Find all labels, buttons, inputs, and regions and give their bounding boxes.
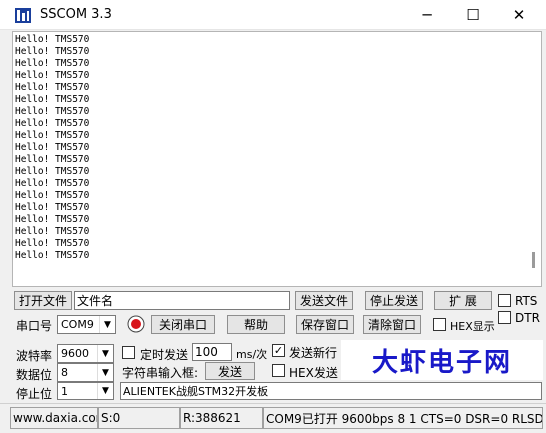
send-newline-label: 发送新行 bbox=[289, 346, 338, 360]
receive-line: Hello! TMS570 bbox=[15, 94, 90, 105]
stopbits-value: 1 bbox=[61, 384, 68, 398]
chevron-down-icon: ▼ bbox=[97, 345, 113, 362]
baud-value: 9600 bbox=[61, 347, 89, 360]
receive-line: Hello! TMS570 bbox=[15, 58, 90, 69]
port-select[interactable]: COM9 ▼ bbox=[57, 315, 116, 334]
open-file-button[interactable]: 打开文件 bbox=[14, 291, 72, 310]
rts-checkbox[interactable] bbox=[498, 294, 511, 307]
rts-label: RTS bbox=[515, 294, 538, 308]
hex-send-label: HEX发送 bbox=[289, 366, 338, 380]
receive-scrollbar[interactable] bbox=[527, 32, 541, 286]
status-port-state: COM9已打开 9600bps 8 1 CTS=0 DSR=0 RLSD=0 bbox=[263, 407, 543, 429]
string-input-label: 字符串输入框: bbox=[122, 366, 199, 380]
port-value: COM9 bbox=[61, 318, 94, 331]
receive-line: Hello! TMS570 bbox=[15, 238, 90, 249]
port-status-indicator-icon bbox=[127, 315, 145, 333]
receive-text: Hello! TMS570 Hello! TMS570 Hello! TMS570 H… bbox=[15, 34, 89, 262]
port-label: 串口号 bbox=[16, 319, 53, 333]
receive-line: Hello! TMS570 bbox=[15, 106, 90, 117]
brand-logo: 大虾电子网 bbox=[341, 340, 543, 380]
stop-send-button[interactable]: 停止发送 bbox=[365, 291, 423, 310]
app-icon bbox=[15, 8, 31, 23]
window-title: SSCOM 3.3 bbox=[40, 7, 112, 22]
minimize-button[interactable]: ─ bbox=[404, 0, 450, 30]
databits-value: 8 bbox=[61, 366, 68, 379]
databits-label: 数据位 bbox=[16, 368, 53, 382]
status-bar: www.daxia.cor S:0 R:388621 COM9已打开 9600b… bbox=[0, 403, 546, 433]
interval-unit-label: ms/次 bbox=[236, 348, 268, 361]
dtr-checkbox[interactable] bbox=[498, 311, 511, 324]
receive-line: Hello! TMS570 bbox=[15, 190, 90, 201]
hex-send-checkbox[interactable] bbox=[272, 364, 285, 377]
receive-line: Hello! TMS570 bbox=[15, 82, 90, 93]
chevron-down-icon: ▼ bbox=[97, 383, 113, 399]
receive-area[interactable]: Hello! TMS570 Hello! TMS570 Hello! TMS570 H… bbox=[12, 31, 542, 287]
receive-line: Hello! TMS570 bbox=[15, 214, 90, 225]
baud-label: 波特率 bbox=[16, 349, 53, 363]
baud-select[interactable]: 9600 ▼ bbox=[57, 344, 114, 363]
receive-line: Hello! TMS570 bbox=[15, 34, 90, 45]
expand-button[interactable]: 扩 展 bbox=[434, 291, 492, 310]
receive-line: Hello! TMS570 bbox=[15, 154, 90, 165]
status-received-count: R:388621 bbox=[180, 407, 263, 429]
send-file-button[interactable]: 发送文件 bbox=[295, 291, 353, 310]
status-site: www.daxia.cor bbox=[10, 407, 98, 429]
send-button[interactable]: 发送 bbox=[205, 362, 255, 380]
help-button[interactable]: 帮助 bbox=[227, 315, 285, 334]
status-sent-count: S:0 bbox=[98, 407, 180, 429]
maximize-button[interactable]: ☐ bbox=[450, 0, 496, 30]
dtr-label: DTR bbox=[515, 311, 540, 325]
string-input[interactable]: ALIENTEK战舰STM32开发板 bbox=[120, 382, 542, 400]
interval-input[interactable]: 100 bbox=[192, 343, 232, 361]
file-name-field[interactable]: 文件名 bbox=[74, 291, 290, 310]
receive-line: Hello! TMS570 bbox=[15, 46, 90, 57]
save-window-button[interactable]: 保存窗口 bbox=[296, 315, 354, 334]
scrollbar-thumb[interactable] bbox=[532, 252, 535, 268]
receive-line: Hello! TMS570 bbox=[15, 178, 90, 189]
receive-line: Hello! TMS570 bbox=[15, 118, 90, 129]
stopbits-select[interactable]: 1 ▼ bbox=[57, 382, 114, 400]
receive-line: Hello! TMS570 bbox=[15, 142, 90, 153]
chevron-down-icon: ▼ bbox=[97, 364, 113, 381]
receive-line: Hello! TMS570 bbox=[15, 202, 90, 213]
receive-line: Hello! TMS570 bbox=[15, 250, 90, 261]
receive-line: Hello! TMS570 bbox=[15, 226, 90, 237]
timed-send-checkbox[interactable] bbox=[122, 346, 135, 359]
receive-line: Hello! TMS570 bbox=[15, 130, 90, 141]
receive-line: Hello! TMS570 bbox=[15, 70, 90, 81]
hex-display-checkbox[interactable] bbox=[433, 318, 446, 331]
chevron-down-icon: ▼ bbox=[99, 316, 115, 333]
receive-line: Hello! TMS570 bbox=[15, 166, 90, 177]
close-port-button[interactable]: 关闭串口 bbox=[151, 315, 215, 334]
stopbits-label: 停止位 bbox=[16, 387, 53, 401]
hex-display-label: HEX显示 bbox=[450, 320, 495, 333]
send-newline-checkbox[interactable]: ✓ bbox=[272, 344, 285, 357]
databits-select[interactable]: 8 ▼ bbox=[57, 363, 114, 382]
title-bar: SSCOM 3.3 ─ ☐ ✕ bbox=[0, 0, 546, 30]
timed-send-label: 定时发送 bbox=[140, 348, 189, 362]
close-button[interactable]: ✕ bbox=[496, 0, 542, 30]
clear-window-button[interactable]: 清除窗口 bbox=[363, 315, 421, 334]
